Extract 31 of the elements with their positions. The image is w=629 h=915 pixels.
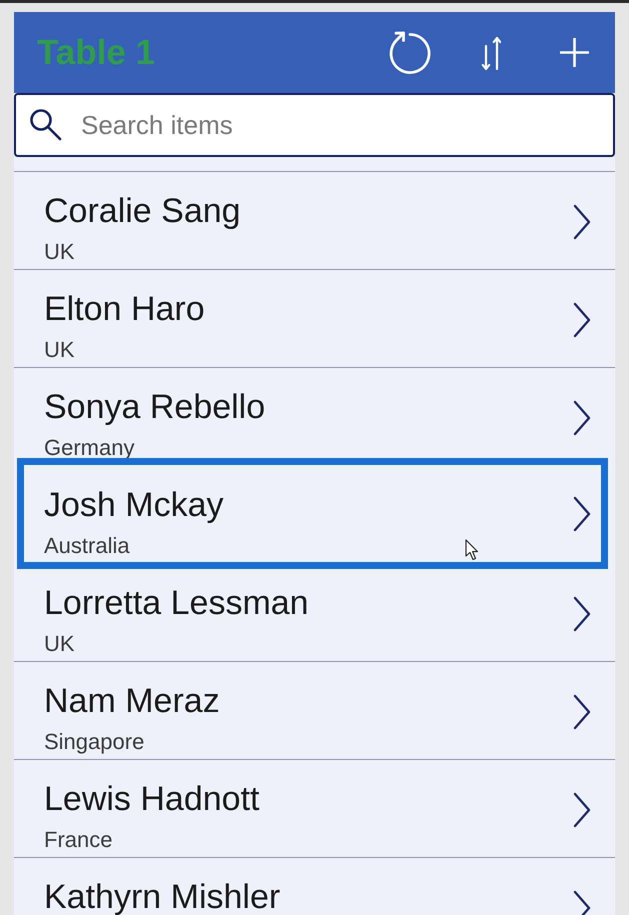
search-icon [29, 108, 62, 141]
cursor-icon [465, 539, 479, 561]
person-name: Elton Haro [44, 290, 205, 328]
chevron-right-icon [572, 496, 592, 532]
country-label: UK [44, 240, 75, 264]
person-name: Lewis Hadnott [44, 780, 260, 818]
list-item[interactable]: Kathyrn Mishler [14, 857, 615, 915]
country-label: France [44, 828, 112, 852]
list-item[interactable]: Sonya Rebello Germany [14, 367, 615, 458]
search-field[interactable]: Search items [14, 93, 615, 157]
list-item[interactable]: Josh Mckay Australia [17, 458, 608, 569]
person-name: Lorretta Lessman [44, 584, 309, 622]
chevron-right-icon [572, 400, 592, 436]
chevron-right-icon [572, 694, 592, 730]
chevron-right-icon [572, 204, 592, 240]
chevron-right-icon [572, 792, 592, 828]
country-label: UK [44, 338, 75, 362]
country-label: Australia [44, 534, 130, 558]
country-label: UK [44, 632, 75, 656]
chevron-right-icon [572, 302, 592, 338]
country-label: Germany [44, 436, 134, 460]
person-name: Josh Mckay [44, 486, 224, 524]
country-label: Singapore [44, 730, 144, 754]
person-name: Sonya Rebello [44, 388, 266, 426]
chevron-right-icon [572, 596, 592, 632]
refresh-icon[interactable] [388, 31, 431, 74]
add-icon[interactable] [559, 37, 590, 68]
person-name: Nam Meraz [44, 682, 220, 720]
person-name: Kathyrn Mishler [44, 878, 280, 915]
app-title: Table 1 [37, 32, 156, 72]
person-name: Coralie Sang [44, 192, 241, 230]
